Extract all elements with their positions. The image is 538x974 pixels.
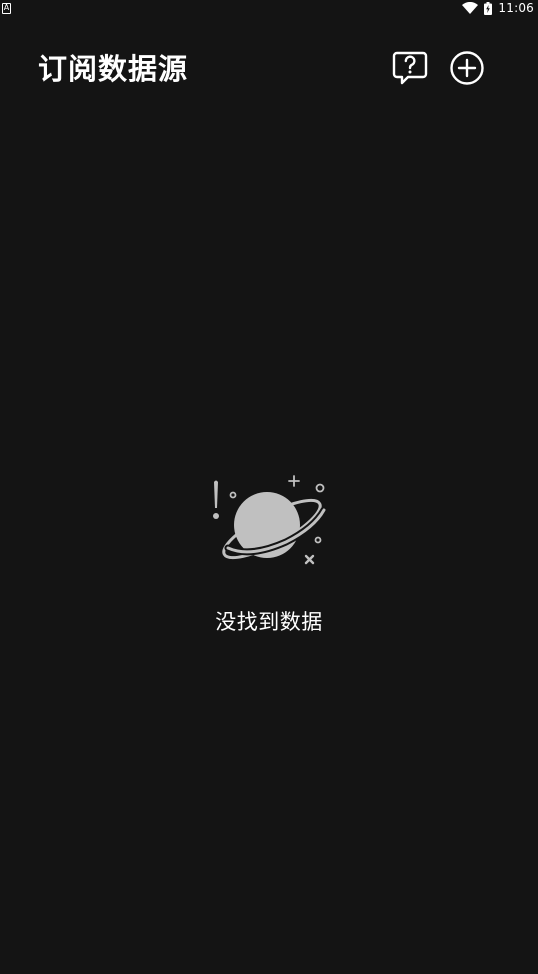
planet-icon [206,470,336,574]
battery-charging-icon [484,1,493,15]
add-circle-icon [449,50,485,90]
help-icon [391,50,429,90]
page-title: 订阅数据源 [38,52,189,86]
status-right: 11:06 [462,1,534,15]
status-bar: A 11:06 [0,0,538,16]
status-left: A [2,2,11,14]
empty-state: 没找到数据 [0,470,538,636]
add-button[interactable] [447,50,487,90]
wifi-icon [462,2,479,14]
status-time: 11:06 [498,1,534,15]
empty-message: 没找到数据 [215,610,323,634]
app-header: 订阅数据源 [0,40,538,96]
help-button[interactable] [390,50,430,90]
notification-icon: A [2,2,11,14]
